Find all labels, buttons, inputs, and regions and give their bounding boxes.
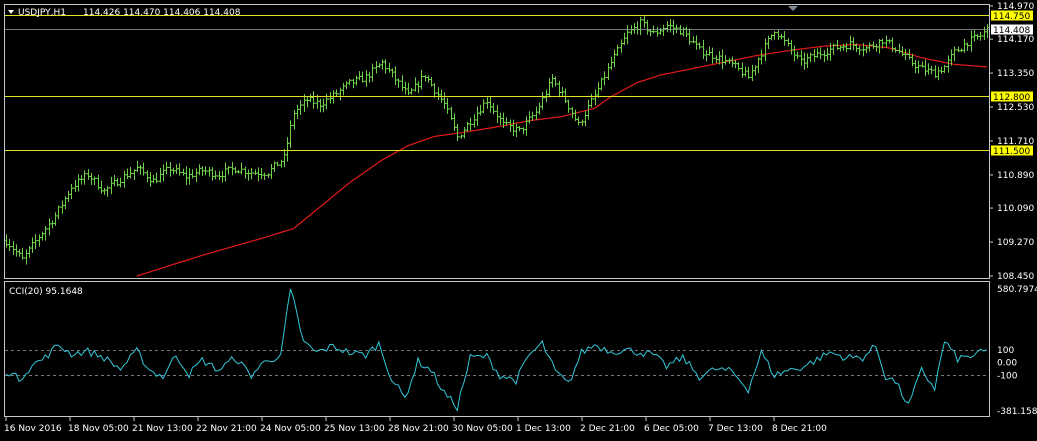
current-price-label: 114.408	[993, 26, 1030, 36]
horizontal-line-label: 111.500	[993, 147, 1030, 157]
price-tick-label: 110.890	[997, 171, 1034, 181]
time-tick-label: 21 Nov 13:00	[132, 424, 193, 434]
ohlc-readout: 114.426 114.470 114.406 114.408	[83, 8, 241, 18]
price-tick-label: 112.530	[997, 103, 1034, 113]
time-tick-label: 8 Dec 21:00	[772, 424, 827, 434]
symbol-timeframe: USDJPY,H1	[18, 8, 66, 18]
time-tick-label: 16 Nov 2016	[4, 424, 62, 434]
horizontal-line-label: 112.800	[993, 93, 1030, 103]
time-tick-label: 22 Nov 21:00	[196, 424, 257, 434]
price-tick-label: 108.450	[997, 272, 1034, 282]
cci-tick-label: 100	[997, 346, 1014, 356]
cci-title: CCI(20) 95.1648	[9, 287, 83, 297]
price-tick-label: 109.270	[997, 238, 1034, 248]
cci-tick-label: -100	[997, 371, 1018, 381]
chart-root: 114.750 112.800 111.500 114.970 114.170 113.…	[0, 0, 1037, 441]
price-tick-label: 114.970	[997, 2, 1034, 12]
time-tick-label: 18 Nov 05:00	[68, 424, 129, 434]
cci-tick-label: 0.00	[997, 359, 1017, 369]
price-tick-label: 113.350	[997, 69, 1034, 79]
time-tick-label: 6 Dec 05:00	[644, 424, 699, 434]
horizontal-line-label: 114.750	[993, 12, 1030, 22]
time-tick-label: 24 Nov 05:00	[260, 424, 321, 434]
price-tick-label: 111.710	[997, 137, 1034, 147]
price-tick-label: 114.170	[997, 35, 1034, 45]
cci-tick-label: -381.1584	[997, 407, 1037, 417]
time-tick-label: 28 Nov 21:00	[388, 424, 449, 434]
time-tick-label: 2 Dec 21:00	[580, 424, 635, 434]
cci-tick-label: 580.7974	[997, 285, 1037, 295]
time-tick-label: 7 Dec 13:00	[708, 424, 763, 434]
time-tick-label: 1 Dec 13:00	[516, 424, 571, 434]
time-tick-label: 25 Nov 13:00	[324, 424, 385, 434]
price-tick-label: 110.090	[997, 204, 1034, 214]
time-tick-label: 30 Nov 05:00	[452, 424, 513, 434]
